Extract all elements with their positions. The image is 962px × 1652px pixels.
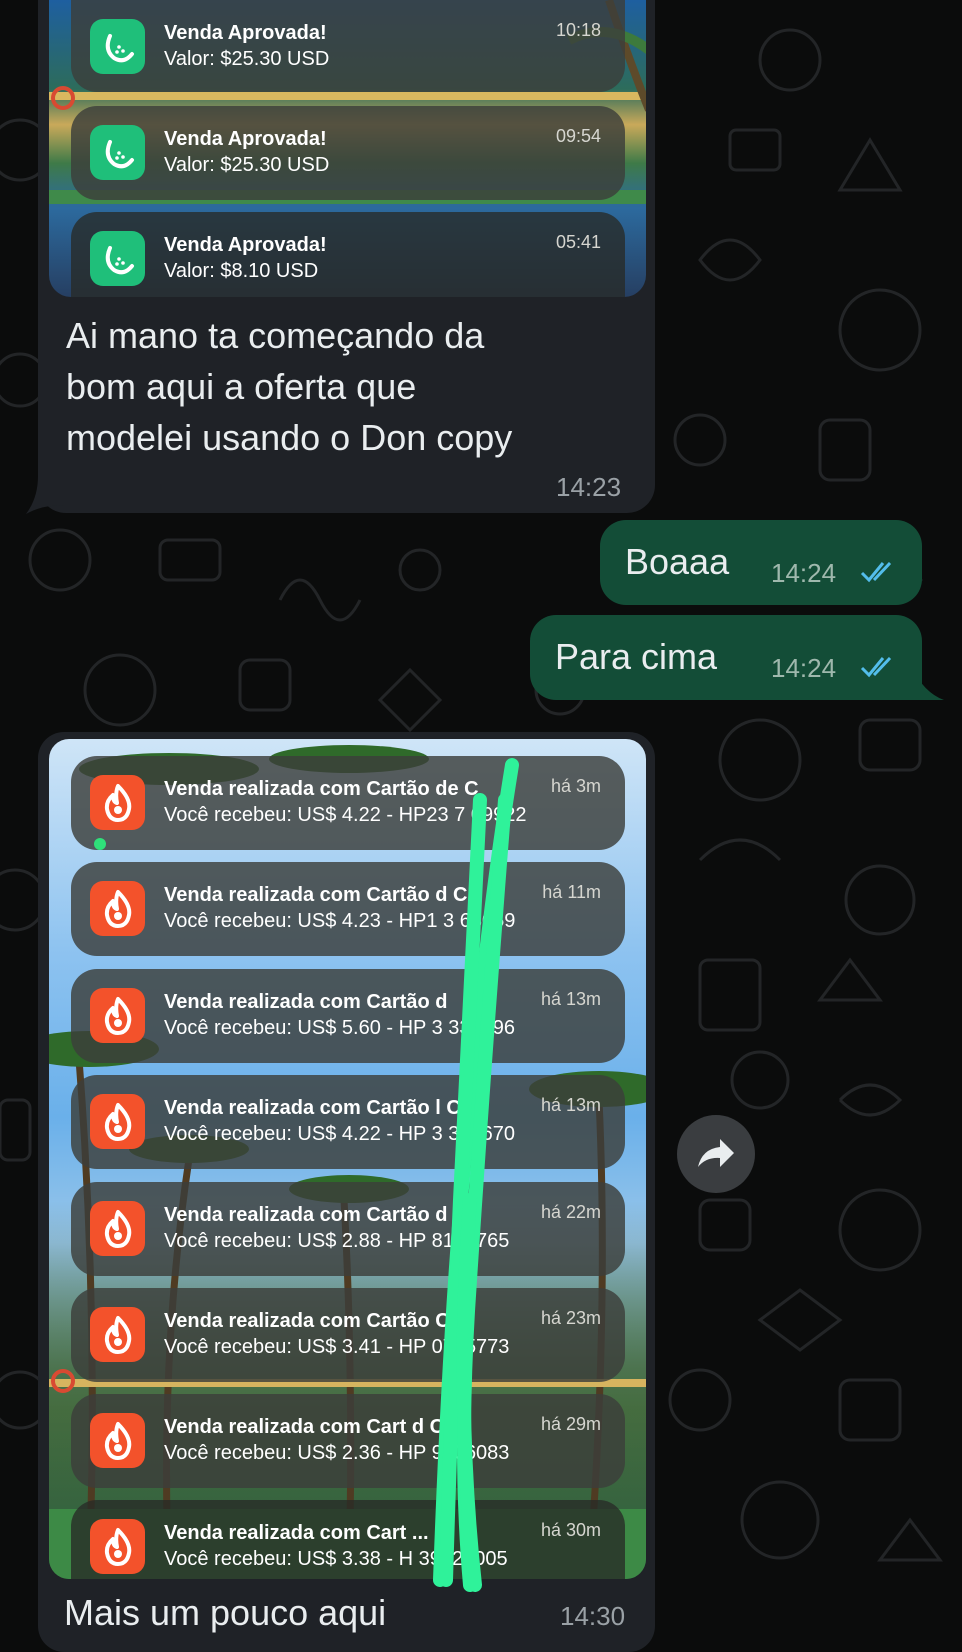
message-caption: Mais um pouco aqui: [64, 1592, 387, 1633]
forward-arrow-icon: [698, 1139, 734, 1167]
notification-body: Você recebeu: US$ 2.88 - HP 8161765: [164, 1230, 510, 1252]
gourd-app-icon: [90, 125, 145, 180]
notification-time: há 3m: [550, 776, 601, 796]
flame-app-icon: [90, 1413, 145, 1468]
read-receipt-icon: [860, 656, 892, 678]
online-indicator-dot: [94, 838, 106, 850]
notification-title: Venda realizada com Cart d C...: [164, 1416, 461, 1438]
notification-time: há 29m: [540, 1414, 601, 1434]
notification-title: Venda realizada com Cartão d C.: [164, 884, 473, 906]
sale-notification: Venda realizada com Cartão d l... Você re…: [71, 1182, 625, 1276]
notification-body: Você recebeu: US$ 3.41 - HP 0745773: [164, 1336, 510, 1358]
message-time: 14:23: [556, 472, 622, 502]
flame-app-icon: [90, 1519, 145, 1574]
outgoing-message-bubble[interactable]: Para cima 14:24: [530, 615, 922, 700]
notification-title: Venda Aprovada!: [164, 234, 327, 256]
gourd-app-icon: [90, 19, 145, 74]
notification-title: Venda realizada com Cartão C...: [164, 1310, 467, 1332]
notification-title: Venda realizada com Cartão de C: [164, 778, 479, 800]
notification-time: há 22m: [540, 1202, 601, 1222]
outgoing-message-bubble[interactable]: Boaaa 14:24: [600, 520, 922, 605]
message-time: 14:24: [771, 653, 837, 683]
sale-notification: Venda Aprovada! Valor: $25.30 USD 10:18: [71, 0, 625, 92]
notification-time: há 23m: [540, 1308, 601, 1328]
notification-body: Você recebeu: US$ 2.36 - HP 9706083: [164, 1442, 510, 1464]
notification-title: Venda Aprovada!: [164, 22, 327, 44]
notification-time: há 11m: [542, 882, 601, 902]
notification-body: Você recebeu: US$ 5.60 - HP 3 337996: [164, 1017, 515, 1039]
notification-body: Você recebeu: US$ 4.23 - HP1 3 68059: [164, 910, 516, 932]
notification-time: há 13m: [540, 989, 601, 1009]
notification-title: Venda realizada com Cartão l C.: [164, 1097, 467, 1119]
notification-title: Venda Aprovada!: [164, 128, 327, 150]
gourd-app-icon: [90, 231, 145, 286]
notification-body: Valor: $25.30 USD: [164, 48, 330, 70]
flame-app-icon: [90, 881, 145, 936]
flame-app-icon: [90, 1307, 145, 1362]
notification-title: Venda realizada com Cartão d: [164, 991, 448, 1013]
flame-app-icon: [90, 1094, 145, 1149]
message-text-line: Ai mano ta começando da: [66, 315, 485, 356]
sale-notification: Venda realizada com Cartão de C Você rece…: [71, 756, 625, 850]
sale-notification: Venda realizada com Cartão l C. Você rece…: [71, 1075, 625, 1169]
message-time: 14:24: [771, 558, 837, 588]
sale-notification: Venda realizada com Cart ... Você recebeu…: [71, 1500, 625, 1579]
bubble-tail: [26, 476, 64, 514]
notification-title: Venda realizada com Cartão d l...: [164, 1204, 476, 1226]
notification-time: há 30m: [540, 1520, 601, 1540]
notification-body: Valor: $25.30 USD: [164, 154, 330, 176]
notification-title: Venda realizada com Cart ...: [164, 1522, 429, 1544]
notification-time: 10:18: [555, 20, 601, 40]
flame-app-icon: [90, 988, 145, 1043]
notification-time: há 13m: [540, 1095, 601, 1115]
notification-body: Você recebeu: US$ 4.22 - HP 3 385670: [164, 1123, 515, 1145]
flame-app-icon: [90, 1201, 145, 1256]
bubble-tail: [910, 665, 944, 700]
notification-time: 05:41: [555, 232, 601, 252]
flame-app-icon: [90, 775, 145, 830]
notification-time: 09:54: [555, 126, 601, 146]
sale-notification: Venda realizada com Cartão d C. Você rece…: [71, 862, 625, 956]
message-text-line: modelei usando o Don copy: [66, 417, 513, 458]
notification-body: Você recebeu: US$ 4.22 - HP23 7 09922: [164, 804, 527, 826]
message-text: Boaaa: [625, 541, 730, 582]
sale-notification: Venda realizada com Cart d C... Você rece…: [71, 1394, 625, 1488]
sale-notification: Venda Aprovada! Valor: $8.10 USD 05:41: [71, 212, 625, 297]
notification-body: Valor: $8.10 USD: [164, 260, 319, 282]
forward-button[interactable]: [677, 1115, 755, 1193]
message-text: Para cima: [555, 636, 718, 677]
sale-notification: Venda realizada com Cartão d Você recebeu…: [71, 969, 625, 1063]
message-text-line: bom aqui a oferta que: [66, 366, 417, 407]
message-time: 14:30: [560, 1601, 626, 1631]
notification-body: Você recebeu: US$ 3.38 - H 39422005: [164, 1548, 508, 1570]
read-receipt-icon: [860, 561, 892, 583]
sale-notification: Venda realizada com Cartão C... Você rece…: [71, 1288, 625, 1382]
sale-notification: Venda Aprovada! Valor: $25.30 USD 09:54: [71, 106, 625, 200]
